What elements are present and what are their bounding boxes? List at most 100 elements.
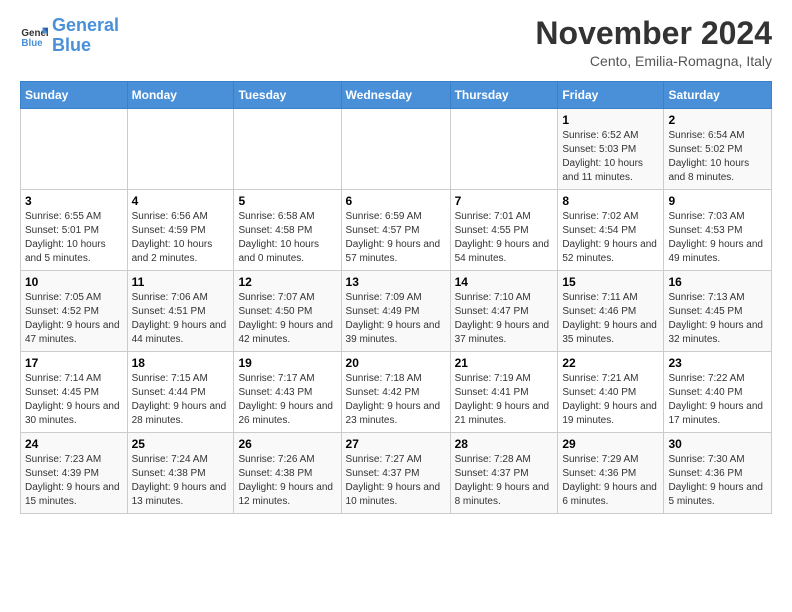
- day-number: 28: [455, 437, 554, 451]
- logo-blue: Blue: [52, 35, 91, 55]
- day-cell: 2Sunrise: 6:54 AM Sunset: 5:02 PM Daylig…: [664, 109, 772, 190]
- day-info: Sunrise: 6:55 AM Sunset: 5:01 PM Dayligh…: [25, 210, 123, 266]
- day-cell: 25 Sunrise: 7:24 AM Sunset: 4:38 PM Dayli…: [127, 433, 234, 514]
- day-number: 7: [455, 194, 554, 208]
- day-info: Sunrise: 7:26 AM Sunset: 4:38 PM Dayligh…: [238, 453, 336, 509]
- day-info: Sunrise: 7:09 AM Sunset: 4:49 PM Dayligh…: [346, 291, 446, 347]
- svg-text:Blue: Blue: [21, 38, 43, 49]
- day-info: Sunrise: 7:11 AM Sunset: 4:46 PM Dayligh…: [562, 291, 659, 347]
- day-cell: [234, 109, 341, 190]
- day-info: Sunrise: 7:23 AM Sunset: 4:39 PM Dayligh…: [25, 453, 123, 509]
- day-cell: 21 Sunrise: 7:19 AM Sunset: 4:41 PM Dayli…: [450, 352, 558, 433]
- day-number: 2: [668, 113, 767, 127]
- day-cell: [341, 109, 450, 190]
- day-cell: 10 Sunrise: 7:05 AM Sunset: 4:52 PM Dayli…: [21, 271, 128, 352]
- day-number: 19: [238, 356, 336, 370]
- day-info: Sunrise: 7:02 AM Sunset: 4:54 PM Dayligh…: [562, 210, 659, 266]
- day-cell: 15Sunrise: 7:11 AM Sunset: 4:46 PM Dayli…: [558, 271, 664, 352]
- day-info: Sunrise: 7:24 AM Sunset: 4:38 PM Dayligh…: [132, 453, 230, 509]
- day-cell: 16 Sunrise: 7:13 AM Sunset: 4:45 PM Dayli…: [664, 271, 772, 352]
- day-cell: 14 Sunrise: 7:10 AM Sunset: 4:47 PM Dayli…: [450, 271, 558, 352]
- col-header-sunday: Sunday: [21, 82, 128, 109]
- logo-general: General: [52, 15, 119, 35]
- day-cell: 4 Sunrise: 6:56 AM Sunset: 4:59 PM Daylig…: [127, 190, 234, 271]
- day-cell: 24 Sunrise: 7:23 AM Sunset: 4:39 PM Dayli…: [21, 433, 128, 514]
- day-cell: 22 Sunrise: 7:21 AM Sunset: 4:40 PM Dayli…: [558, 352, 664, 433]
- day-cell: 3Sunrise: 6:55 AM Sunset: 5:01 PM Daylig…: [21, 190, 128, 271]
- title-block: November 2024 Cento, Emilia-Romagna, Ita…: [535, 16, 772, 69]
- day-number: 14: [455, 275, 554, 289]
- day-cell: 28 Sunrise: 7:28 AM Sunset: 4:37 PM Dayli…: [450, 433, 558, 514]
- day-number: 30: [668, 437, 767, 451]
- day-number: 18: [132, 356, 230, 370]
- week-row-1: 1Sunrise: 6:52 AM Sunset: 5:03 PM Daylig…: [21, 109, 772, 190]
- day-cell: 26 Sunrise: 7:26 AM Sunset: 4:38 PM Dayli…: [234, 433, 341, 514]
- logo-icon: General Blue: [20, 22, 48, 50]
- day-number: 20: [346, 356, 446, 370]
- day-cell: 17 Sunrise: 7:14 AM Sunset: 4:45 PM Dayli…: [21, 352, 128, 433]
- day-cell: 18Sunrise: 7:15 AM Sunset: 4:44 PM Dayli…: [127, 352, 234, 433]
- day-info: Sunrise: 7:19 AM Sunset: 4:41 PM Dayligh…: [455, 372, 554, 428]
- week-row-5: 24 Sunrise: 7:23 AM Sunset: 4:39 PM Dayli…: [21, 433, 772, 514]
- logo: General Blue General Blue: [20, 16, 119, 56]
- day-info: Sunrise: 7:05 AM Sunset: 4:52 PM Dayligh…: [25, 291, 123, 347]
- day-info: Sunrise: 7:01 AM Sunset: 4:55 PM Dayligh…: [455, 210, 554, 266]
- day-number: 21: [455, 356, 554, 370]
- day-number: 8: [562, 194, 659, 208]
- day-cell: 30 Sunrise: 7:30 AM Sunset: 4:36 PM Dayli…: [664, 433, 772, 514]
- day-number: 11: [132, 275, 230, 289]
- day-info: Sunrise: 7:30 AM Sunset: 4:36 PM Dayligh…: [668, 453, 767, 509]
- col-header-monday: Monday: [127, 82, 234, 109]
- day-cell: 9 Sunrise: 7:03 AM Sunset: 4:53 PM Daylig…: [664, 190, 772, 271]
- col-header-wednesday: Wednesday: [341, 82, 450, 109]
- day-number: 1: [562, 113, 659, 127]
- day-cell: 27 Sunrise: 7:27 AM Sunset: 4:37 PM Dayli…: [341, 433, 450, 514]
- day-number: 27: [346, 437, 446, 451]
- day-number: 13: [346, 275, 446, 289]
- header: General Blue General Blue November 2024 …: [20, 16, 772, 69]
- day-cell: [21, 109, 128, 190]
- day-cell: [127, 109, 234, 190]
- day-info: Sunrise: 7:13 AM Sunset: 4:45 PM Dayligh…: [668, 291, 767, 347]
- day-cell: 20Sunrise: 7:18 AM Sunset: 4:42 PM Dayli…: [341, 352, 450, 433]
- page: General Blue General Blue November 2024 …: [0, 0, 792, 524]
- day-info: Sunrise: 7:03 AM Sunset: 4:53 PM Dayligh…: [668, 210, 767, 266]
- day-info: Sunrise: 7:29 AM Sunset: 4:36 PM Dayligh…: [562, 453, 659, 509]
- day-number: 24: [25, 437, 123, 451]
- day-number: 25: [132, 437, 230, 451]
- day-number: 4: [132, 194, 230, 208]
- day-number: 26: [238, 437, 336, 451]
- location: Cento, Emilia-Romagna, Italy: [535, 53, 772, 69]
- day-info: Sunrise: 7:17 AM Sunset: 4:43 PM Dayligh…: [238, 372, 336, 428]
- day-number: 29: [562, 437, 659, 451]
- day-info: Sunrise: 7:27 AM Sunset: 4:37 PM Dayligh…: [346, 453, 446, 509]
- day-number: 16: [668, 275, 767, 289]
- day-number: 10: [25, 275, 123, 289]
- day-info: Sunrise: 7:10 AM Sunset: 4:47 PM Dayligh…: [455, 291, 554, 347]
- day-number: 5: [238, 194, 336, 208]
- day-cell: [450, 109, 558, 190]
- day-cell: 7 Sunrise: 7:01 AM Sunset: 4:55 PM Daylig…: [450, 190, 558, 271]
- logo-text: General Blue: [52, 16, 119, 56]
- day-number: 9: [668, 194, 767, 208]
- day-cell: 23Sunrise: 7:22 AM Sunset: 4:40 PM Dayli…: [664, 352, 772, 433]
- day-cell: 1Sunrise: 6:52 AM Sunset: 5:03 PM Daylig…: [558, 109, 664, 190]
- day-cell: 6Sunrise: 6:59 AM Sunset: 4:57 PM Daylig…: [341, 190, 450, 271]
- day-cell: 12Sunrise: 7:07 AM Sunset: 4:50 PM Dayli…: [234, 271, 341, 352]
- day-cell: 13 Sunrise: 7:09 AM Sunset: 4:49 PM Dayli…: [341, 271, 450, 352]
- day-info: Sunrise: 6:56 AM Sunset: 4:59 PM Dayligh…: [132, 210, 230, 266]
- day-info: Sunrise: 7:22 AM Sunset: 4:40 PM Dayligh…: [668, 372, 767, 428]
- col-header-friday: Friday: [558, 82, 664, 109]
- day-info: Sunrise: 7:14 AM Sunset: 4:45 PM Dayligh…: [25, 372, 123, 428]
- day-cell: 5Sunrise: 6:58 AM Sunset: 4:58 PM Daylig…: [234, 190, 341, 271]
- day-cell: 29 Sunrise: 7:29 AM Sunset: 4:36 PM Dayli…: [558, 433, 664, 514]
- calendar-table: SundayMondayTuesdayWednesdayThursdayFrid…: [20, 81, 772, 514]
- month-title: November 2024: [535, 16, 772, 51]
- day-number: 17: [25, 356, 123, 370]
- week-row-2: 3Sunrise: 6:55 AM Sunset: 5:01 PM Daylig…: [21, 190, 772, 271]
- col-header-saturday: Saturday: [664, 82, 772, 109]
- day-info: Sunrise: 7:28 AM Sunset: 4:37 PM Dayligh…: [455, 453, 554, 509]
- col-header-thursday: Thursday: [450, 82, 558, 109]
- day-info: Sunrise: 7:21 AM Sunset: 4:40 PM Dayligh…: [562, 372, 659, 428]
- day-number: 22: [562, 356, 659, 370]
